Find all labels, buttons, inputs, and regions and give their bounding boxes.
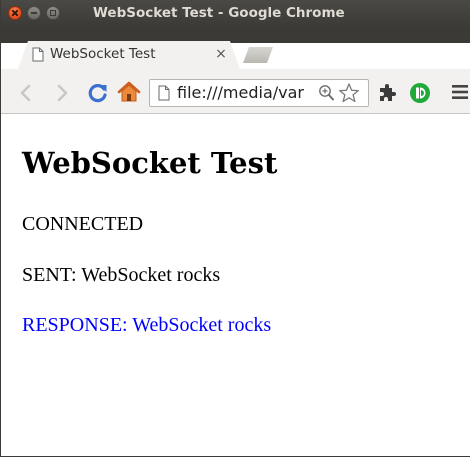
response-message: RESPONSE: WebSocket rocks (22, 314, 272, 336)
menu-icon[interactable] (451, 84, 469, 100)
window-title: WebSocket Test - Google Chrome (93, 5, 345, 21)
back-icon[interactable] (19, 84, 31, 102)
browser-window: WebSocket Test - Google Chrome WebSocket… (0, 0, 470, 457)
page-icon (158, 85, 170, 101)
minimize-window-button[interactable] (27, 6, 41, 20)
tab-websocket-test[interactable]: WebSocket Test × (18, 41, 240, 69)
tab-close-button[interactable]: × (214, 47, 228, 61)
page-heading: WebSocket Test (22, 146, 278, 180)
extension-icon[interactable] (378, 83, 396, 103)
status-message: CONNECTED (22, 213, 144, 235)
sent-message: SENT: WebSocket rocks (22, 264, 221, 286)
home-icon[interactable] (117, 81, 141, 103)
zoom-icon[interactable] (318, 84, 334, 102)
forward-icon[interactable] (57, 84, 69, 102)
url-text: file:///media/var (177, 83, 305, 102)
address-bar[interactable]: file:///media/var (149, 79, 369, 107)
tab-title: WebSocket Test (50, 46, 156, 62)
maximize-window-button[interactable] (46, 6, 60, 20)
close-window-button[interactable] (8, 6, 22, 20)
green-extension-icon[interactable] (409, 82, 431, 104)
new-tab-button[interactable] (243, 47, 273, 63)
reload-icon[interactable] (87, 82, 109, 104)
star-icon[interactable] (338, 82, 360, 104)
title-bar: WebSocket Test - Google Chrome (1, 0, 470, 43)
page-icon (32, 47, 44, 62)
page-content: WebSocket Test CONNECTED SENT: WebSocket… (1, 114, 470, 456)
